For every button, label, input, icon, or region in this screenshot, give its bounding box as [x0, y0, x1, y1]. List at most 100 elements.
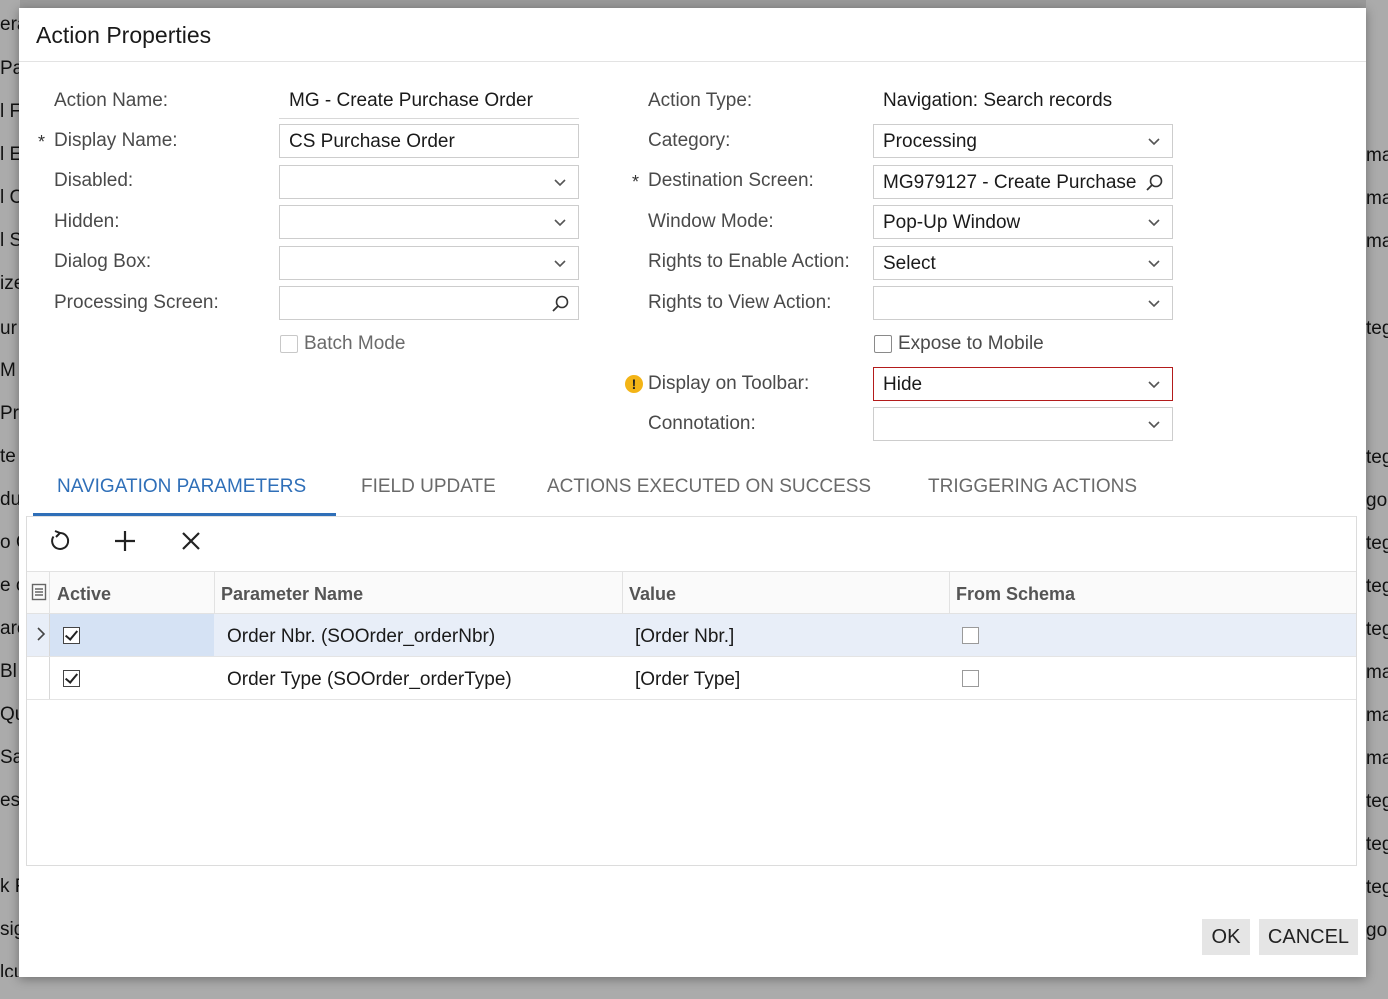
chevron-down-icon	[554, 179, 566, 187]
chevron-down-icon	[1148, 421, 1160, 429]
search-icon[interactable]	[1144, 173, 1164, 193]
warning-icon: !	[625, 375, 643, 393]
from-schema-checkbox[interactable]	[962, 670, 979, 687]
processing-screen-label: Processing Screen:	[54, 292, 219, 313]
grid-header: Active Parameter Name Value From Schema	[27, 571, 1356, 614]
bg-text: ma	[1366, 145, 1388, 166]
window-mode-label: Window Mode:	[648, 211, 774, 232]
add-icon[interactable]	[112, 528, 138, 554]
category-label: Category:	[648, 130, 731, 151]
bg-text: ma	[1366, 188, 1388, 209]
bg-text: teg	[1366, 619, 1388, 640]
table-row[interactable]: Order Nbr. (SOOrder_orderNbr) [Order Nbr…	[27, 614, 1356, 657]
bg-text: o C	[0, 532, 20, 553]
bg-text: l C	[0, 187, 20, 208]
bg-text: k F	[0, 876, 20, 897]
category-select[interactable]: Processing	[873, 124, 1173, 158]
ok-button[interactable]: OK	[1202, 919, 1250, 955]
bg-text: l S	[0, 230, 20, 251]
refresh-icon[interactable]	[47, 528, 73, 554]
tab-navigation-parameters[interactable]: NAVIGATION PARAMETERS	[57, 476, 306, 498]
value-cell[interactable]: [Order Nbr.]	[635, 626, 734, 648]
bg-text: M	[0, 360, 16, 381]
chevron-down-icon	[1148, 138, 1160, 146]
batch-mode-checkbox[interactable]	[280, 335, 298, 353]
bg-text: sig	[0, 919, 20, 940]
dialog-title: Action Properties	[36, 22, 212, 48]
destination-screen-selector[interactable]: MG979127 - Create Purchase	[873, 165, 1173, 199]
bg-text: teg	[1366, 576, 1388, 597]
action-name-value: MG - Create Purchase Order	[289, 90, 533, 111]
dialog-box-select[interactable]	[279, 246, 579, 280]
tab-triggering-actions[interactable]: TRIGGERING ACTIONS	[928, 476, 1137, 498]
action-name-label: Action Name:	[54, 90, 169, 111]
from-schema-checkbox[interactable]	[962, 627, 979, 644]
bg-text: l E	[0, 144, 20, 165]
bg-text: du	[0, 489, 20, 510]
disabled-select[interactable]	[279, 165, 579, 199]
row-selector-arrow-icon	[37, 627, 46, 641]
delete-icon[interactable]	[178, 528, 204, 554]
chevron-down-icon	[554, 219, 566, 227]
parameter-name-cell[interactable]: Order Nbr. (SOOrder_orderNbr)	[227, 626, 495, 648]
background-page-left: era Pa l F l E l C l S ize ur M Pr te du…	[0, 0, 20, 999]
bg-text: Sa	[0, 747, 20, 768]
bg-text: era	[0, 14, 20, 35]
tab-field-update[interactable]: FIELD UPDATE	[361, 476, 496, 498]
column-header-value[interactable]: Value	[629, 584, 676, 605]
value-cell[interactable]: [Order Type]	[635, 669, 740, 691]
disabled-label: Disabled:	[54, 170, 134, 191]
column-settings-icon[interactable]	[31, 583, 47, 601]
rights-view-select[interactable]	[873, 286, 1173, 320]
active-checkbox[interactable]	[63, 627, 80, 644]
batch-mode-label: Batch Mode	[304, 333, 406, 354]
window-mode-value: Pop-Up Window	[883, 212, 1021, 233]
parameter-name-cell[interactable]: Order Type (SOOrder_orderType)	[227, 669, 512, 691]
connotation-select[interactable]	[873, 407, 1173, 441]
required-mark: *	[632, 172, 640, 192]
window-mode-select[interactable]: Pop-Up Window	[873, 205, 1173, 239]
bg-text: ma	[1366, 705, 1388, 726]
bg-text: teg	[1366, 447, 1388, 468]
search-icon[interactable]	[550, 294, 570, 314]
active-checkbox[interactable]	[63, 670, 80, 687]
bg-text: teg	[1366, 877, 1388, 898]
hidden-label: Hidden:	[54, 211, 120, 232]
display-toolbar-label: Display on Toolbar:	[648, 373, 810, 394]
column-separator	[214, 572, 215, 614]
expose-mobile-checkbox[interactable]	[874, 335, 892, 353]
bg-text: gor	[1366, 490, 1388, 511]
table-row[interactable]: Order Type (SOOrder_orderType) [Order Ty…	[27, 657, 1356, 700]
category-value: Processing	[883, 131, 977, 152]
tab-actions-executed-on-success[interactable]: ACTIONS EXECUTED ON SUCCESS	[547, 476, 871, 498]
column-header-parameter-name[interactable]: Parameter Name	[221, 584, 363, 605]
display-name-field[interactable]: CS Purchase Order	[279, 124, 579, 158]
connotation-label: Connotation:	[648, 413, 756, 434]
destination-screen-label: Destination Screen:	[648, 170, 814, 191]
dialog-box-label: Dialog Box:	[54, 251, 152, 272]
action-type-value: Navigation: Search records	[883, 90, 1113, 111]
bg-text: are	[0, 618, 20, 639]
chevron-down-icon	[1148, 300, 1160, 308]
processing-screen-selector[interactable]	[279, 286, 579, 320]
destination-screen-value: MG979127 - Create Purchase	[883, 172, 1137, 193]
bg-text: Pr	[0, 403, 19, 424]
column-header-from-schema[interactable]: From Schema	[956, 584, 1075, 605]
bg-text: ma	[1366, 662, 1388, 683]
hidden-select[interactable]	[279, 205, 579, 239]
display-toolbar-value: Hide	[883, 374, 923, 395]
rights-enable-select[interactable]: Select	[873, 246, 1173, 280]
cancel-button[interactable]: CANCEL	[1259, 919, 1358, 955]
bg-text: ur	[0, 318, 17, 339]
bg-text: Bl	[0, 661, 17, 682]
rights-enable-label: Rights to Enable Action:	[648, 251, 850, 272]
chevron-down-icon	[1148, 260, 1160, 268]
bg-text: ma	[1366, 748, 1388, 769]
display-name-value: CS Purchase Order	[289, 131, 455, 152]
rights-enable-value: Select	[883, 253, 936, 274]
chevron-down-icon	[554, 260, 566, 268]
column-separator	[949, 572, 950, 614]
column-header-active[interactable]: Active	[57, 584, 111, 605]
display-toolbar-select[interactable]: Hide	[873, 367, 1173, 401]
column-separator	[49, 657, 50, 699]
